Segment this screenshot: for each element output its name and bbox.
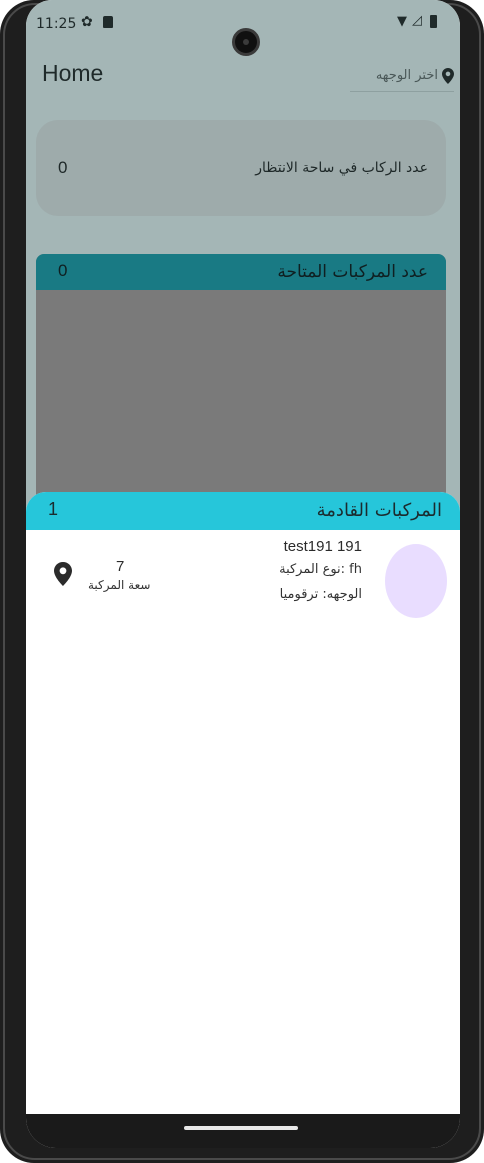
- location-pin-icon[interactable]: [54, 562, 72, 586]
- navigation-bar: [26, 1114, 460, 1148]
- front-camera: [232, 28, 260, 56]
- incoming-vehicles-header[interactable]: المركبات القادمة 1: [26, 492, 460, 530]
- vehicle-type: fh :نوع المركبة: [279, 562, 362, 577]
- available-vehicles-count: 0: [58, 261, 68, 280]
- destination-select-label: اختر الوجهه: [375, 68, 438, 83]
- sdcard-icon: [103, 16, 113, 28]
- camera-lens: [243, 39, 249, 45]
- waiting-passengers-count: 0: [58, 158, 68, 177]
- status-time: 11:25: [36, 16, 77, 32]
- wifi-icon: ▼: [397, 14, 407, 29]
- vehicle-avatar: [385, 544, 447, 618]
- available-vehicles-label: عدد المركبات المتاحة: [277, 262, 428, 282]
- home-screen-background: 11:25 ✿ ▼ ◿ Home اختر الوجهه عدد الركاب …: [26, 0, 460, 514]
- vehicle-destination: الوجهه: ترقوميا: [279, 587, 362, 602]
- home-indicator[interactable]: [184, 1126, 298, 1130]
- vehicle-capacity-value: 7: [116, 558, 125, 575]
- vehicle-capacity-label: سعة المركبة: [88, 578, 151, 592]
- phone-frame: 11:25 ✿ ▼ ◿ Home اختر الوجهه عدد الركاب …: [0, 0, 484, 1163]
- vehicle-name: test191 191: [283, 538, 362, 555]
- gear-icon: ✿: [81, 14, 93, 30]
- waiting-passengers-label: عدد الركاب في ساحة الانتظار: [255, 160, 428, 176]
- battery-icon: [430, 15, 437, 28]
- signal-icon: ◿: [412, 13, 422, 28]
- incoming-vehicles-title: المركبات القادمة: [316, 500, 442, 521]
- available-vehicles-header: عدد المركبات المتاحة 0: [36, 254, 446, 290]
- screen: 11:25 ✿ ▼ ◿ Home اختر الوجهه عدد الركاب …: [26, 0, 460, 1148]
- waiting-passengers-card: عدد الركاب في ساحة الانتظار 0: [36, 120, 446, 216]
- page-title: Home: [42, 60, 104, 86]
- available-vehicles-card: عدد المركبات المتاحة 0: [36, 254, 446, 514]
- vehicle-list-item[interactable]: test191 191 fh :نوع المركبة الوجهه: ترقو…: [26, 530, 460, 650]
- map-pin-icon: [442, 67, 454, 84]
- incoming-vehicles-sheet[interactable]: المركبات القادمة 1 test191 191 fh :نوع ا…: [26, 492, 460, 1114]
- destination-select[interactable]: اختر الوجهه: [350, 60, 454, 92]
- incoming-vehicles-count: 1: [48, 499, 59, 519]
